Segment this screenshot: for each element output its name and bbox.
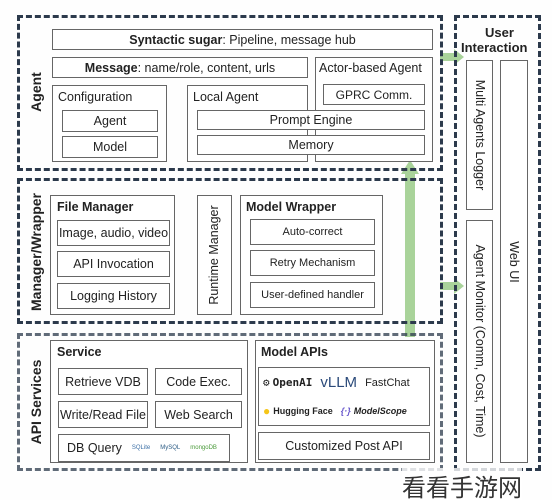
api-invocation-box: API Invocation bbox=[57, 251, 170, 277]
logging-history-box: Logging History bbox=[57, 283, 170, 309]
architecture-diagram: Agent Syntactic sugar: Pipeline, message… bbox=[0, 0, 552, 500]
user-interaction-title-2: Interaction bbox=[461, 40, 528, 55]
modelscope-logo: {·} ModelScope bbox=[340, 406, 407, 416]
mongodb-logo: mongoDB bbox=[190, 445, 217, 451]
api-services-label: API Services bbox=[28, 359, 44, 445]
runtime-manager-label: Runtime Manager bbox=[207, 205, 221, 305]
memory-box: Memory bbox=[197, 135, 425, 155]
modelscope-icon: {·} bbox=[340, 406, 351, 416]
write-read-file-box: Write/Read File bbox=[58, 401, 148, 428]
model-logos-row-2: ● Hugging Face {·} ModelScope bbox=[263, 404, 407, 418]
multi-agents-logger-label: Multi Agents Logger bbox=[473, 79, 487, 191]
message-box: Message: name/role, content, urls bbox=[52, 57, 308, 78]
code-exec-box: Code Exec. bbox=[155, 368, 242, 395]
message-title: Message bbox=[84, 60, 138, 75]
customized-post-api-box: Customized Post API bbox=[258, 432, 430, 460]
actor-based-agent-label: Actor-based Agent bbox=[319, 61, 422, 75]
auto-correct-box: Auto-correct bbox=[250, 219, 375, 245]
openai-icon: ⚙ bbox=[263, 376, 270, 389]
image-audio-video-box: Image, audio, video bbox=[57, 220, 170, 246]
message-text: : name/role, content, urls bbox=[137, 60, 276, 75]
db-query-label: DB Query bbox=[67, 441, 122, 455]
file-manager-title: File Manager bbox=[57, 200, 134, 214]
model-wrapper-title: Model Wrapper bbox=[246, 200, 337, 214]
retry-mechanism-box: Retry Mechanism bbox=[250, 250, 375, 276]
config-agent-box: Agent bbox=[62, 110, 158, 132]
model-logos-row-1: ⚙ OpenAI vLLM FastChat bbox=[263, 374, 410, 391]
watermark: 看看手游网 bbox=[402, 468, 522, 500]
hugging-face-logo: ● Hugging Face bbox=[263, 404, 333, 418]
vllm-logo: vLLM bbox=[320, 374, 358, 391]
db-query-box: DB Query SQLite MySQL mongoDB bbox=[58, 434, 230, 462]
syntactic-sugar-box: Syntactic sugar: Pipeline, message hub bbox=[52, 29, 433, 50]
syntactic-sugar-title: Syntactic sugar bbox=[129, 32, 223, 47]
user-defined-handler-box: User-defined handler bbox=[250, 282, 375, 308]
agent-monitor-label: Agent Monitor (Comm, Cost, Time) bbox=[473, 244, 487, 438]
manager-wrapper-label: Manager/Wrapper bbox=[28, 193, 44, 311]
hugging-face-icon: ● bbox=[263, 404, 271, 418]
mysql-logo: MySQL bbox=[160, 445, 181, 451]
prompt-engine-box: Prompt Engine bbox=[197, 110, 425, 130]
agent-layer-label: Agent bbox=[28, 72, 44, 112]
configuration-label: Configuration bbox=[58, 90, 133, 104]
syntactic-sugar-text: : Pipeline, message hub bbox=[222, 32, 356, 47]
retrieve-vdb-box: Retrieve VDB bbox=[58, 368, 148, 395]
fastchat-logo: FastChat bbox=[365, 376, 410, 389]
web-ui-label: Web UI bbox=[507, 241, 521, 283]
user-interaction-title-1: User bbox=[485, 25, 514, 40]
web-search-box: Web Search bbox=[155, 401, 242, 428]
model-apis-title: Model APIs bbox=[261, 345, 328, 359]
local-agent-label: Local Agent bbox=[193, 90, 259, 104]
sqlite-logo: SQLite bbox=[131, 445, 151, 451]
gprc-box: GPRC Comm. bbox=[323, 84, 425, 105]
config-model-box: Model bbox=[62, 136, 158, 158]
openai-logo: ⚙ OpenAI bbox=[263, 376, 313, 389]
service-title: Service bbox=[57, 345, 102, 359]
